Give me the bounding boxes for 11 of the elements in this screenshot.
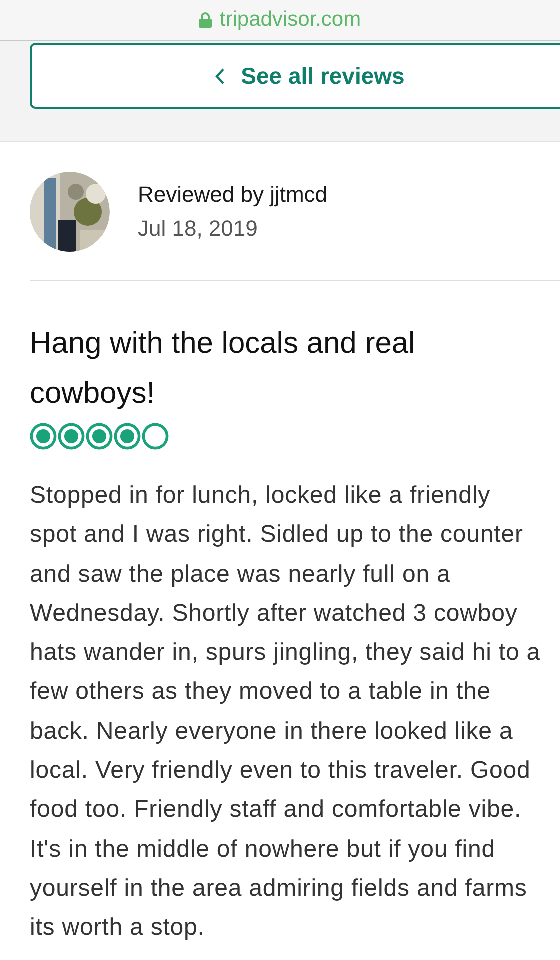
rating-bubble-icon [30,423,57,450]
rating-bubble-icon [58,423,85,450]
chevron-left-icon [215,68,226,84]
review-date: Jul 18, 2019 [138,216,259,242]
rating-bubble-icon [86,423,113,450]
reviewer-name: Reviewed by jjtmcd [138,182,328,208]
see-all-reviews-button[interactable]: See all reviews [30,43,560,109]
review-title: Hang with the locals and real cowboys! [30,326,416,412]
rating-bubble-icon [114,423,141,450]
rating-bubble-icon [142,423,169,450]
review-text: Stopped in for lunch, locked like a friendly spot and I was right. Sidled up to the counter and saw the place was nearly full on a Wednesday. Shortly after watched 3 cowboy hats wander in, spurs jingling, they said hi to a few others as they moved to a table in the back. Nearly everyone in there looked like a local. Very friendly even to this traveler. Good food too. Friendly staff and comfortable vibe. It's in the middle of nowhere but if you find yourself in the area admiring fields and farms its worth a stop. [30,481,542,944]
